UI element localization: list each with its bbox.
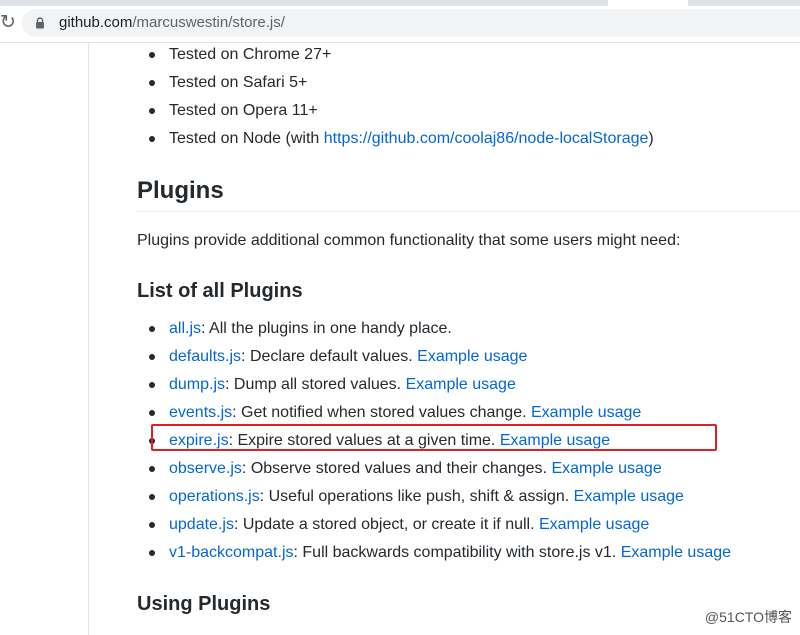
example-usage-link[interactable]: Example usage <box>406 376 516 393</box>
tab-strip <box>0 0 800 6</box>
plugin-item-dump: dump.js: Dump all stored values. Example… <box>149 374 516 396</box>
plugin-item-operations: operations.js: Useful operations like pu… <box>149 486 684 508</box>
bullet <box>149 354 155 360</box>
example-usage-link[interactable]: Example usage <box>621 544 731 561</box>
using-plugins-heading: Using Plugins <box>137 593 271 615</box>
plugin-item-all: all.js: All the plugins in one handy pla… <box>149 318 452 340</box>
plugin-desc: : Full backwards compatibility with stor… <box>293 544 621 561</box>
watermark: @51CTO博客 <box>704 609 792 625</box>
plugins-intro: Plugins provide additional common functi… <box>137 232 681 249</box>
url-path: /marcuswestin/store.js/ <box>132 14 285 31</box>
bullet <box>149 136 155 142</box>
plugin-desc: : Dump all stored values. <box>225 376 406 393</box>
bullet <box>149 522 155 528</box>
plugin-desc: : Declare default values. <box>241 348 418 365</box>
bullet <box>149 550 155 556</box>
example-usage-link[interactable]: Example usage <box>417 348 527 365</box>
list-item-text-after: ) <box>648 130 654 147</box>
list-item-text: Tested on Node (with <box>169 130 324 147</box>
example-usage-link[interactable]: Example usage <box>551 460 661 477</box>
plugin-desc: : Observe stored values and their change… <box>241 460 552 477</box>
plugin-desc: : Get notified when stored values change… <box>232 404 531 421</box>
list-item: Tested on Safari 5+ <box>149 72 308 94</box>
example-usage-link[interactable]: Example usage <box>574 488 684 505</box>
list-item: Tested on Chrome 27+ <box>149 44 332 66</box>
plugin-item-defaults: defaults.js: Declare default values. Exa… <box>149 346 527 368</box>
bullet <box>149 108 155 114</box>
bullet <box>149 326 155 332</box>
heading-divider <box>137 211 800 212</box>
reload-icon[interactable]: ↻ <box>0 12 14 32</box>
plugin-desc: : All the plugins in one handy place. <box>201 320 452 337</box>
plugin-item-v1-backcompat: v1-backcompat.js: Full backwards compati… <box>149 542 731 564</box>
node-localstorage-link[interactable]: https://github.com/coolaj86/node-localSt… <box>324 130 649 147</box>
plugin-link[interactable]: events.js <box>169 404 232 421</box>
bullet <box>149 382 155 388</box>
example-usage-link[interactable]: Example usage <box>531 404 641 421</box>
example-usage-link[interactable]: Example usage <box>539 516 649 533</box>
browser-toolbar: ↻ github.com/marcuswestin/store.js/ <box>0 0 800 43</box>
plugin-desc: : Update a stored object, or create it i… <box>233 516 539 533</box>
plugin-link[interactable]: operations.js <box>169 488 260 505</box>
plugins-list-heading: List of all Plugins <box>137 280 303 302</box>
list-item-text: Tested on Chrome 27+ <box>169 46 332 63</box>
address-bar[interactable]: github.com/marcuswestin/store.js/ <box>22 9 800 37</box>
highlight-annotation-box <box>151 424 717 451</box>
url-text[interactable]: github.com/marcuswestin/store.js/ <box>59 14 285 32</box>
list-item: Tested on Node (with https://github.com/… <box>149 128 654 150</box>
plugin-link[interactable]: dump.js <box>169 376 225 393</box>
list-item-text: Tested on Opera 11+ <box>169 102 318 119</box>
plugin-link[interactable]: observe.js <box>169 460 242 477</box>
lock-icon[interactable] <box>35 17 45 29</box>
plugin-item-update: update.js: Update a stored object, or cr… <box>149 514 649 536</box>
url-host: github.com <box>59 14 133 31</box>
plugins-heading: Plugins <box>137 177 224 204</box>
bullet <box>149 494 155 500</box>
list-item: Tested on Opera 11+ <box>149 100 318 122</box>
plugin-link[interactable]: defaults.js <box>169 348 241 365</box>
plugin-link[interactable]: all.js <box>169 320 201 337</box>
bullet <box>149 410 155 416</box>
plugin-link[interactable]: update.js <box>169 516 234 533</box>
plugin-link[interactable]: v1-backcompat.js <box>169 544 294 561</box>
plugin-item-events: events.js: Get notified when stored valu… <box>149 402 641 424</box>
plugin-desc: : Useful operations like push, shift & a… <box>259 488 574 505</box>
bullet <box>149 80 155 86</box>
list-item-text: Tested on Safari 5+ <box>169 74 308 91</box>
plugin-item-observe: observe.js: Observe stored values and th… <box>149 458 662 480</box>
active-tab-edge[interactable] <box>608 0 688 6</box>
bullet <box>149 466 155 472</box>
sidebar-divider <box>88 42 89 635</box>
bullet <box>149 52 155 58</box>
